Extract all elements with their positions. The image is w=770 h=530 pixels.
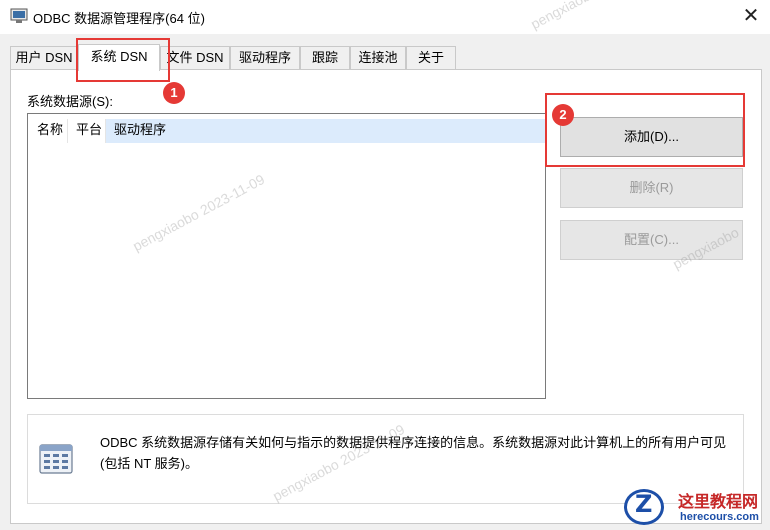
info-text: ODBC 系统数据源存储有关如何与指示的数据提供程序连接的信息。系统数据源对此计… [100,435,727,471]
window-title: ODBC 数据源管理程序(64 位) [33,11,205,26]
logo-title: 这里教程网 [678,494,759,511]
site-logo: Z 这里教程网 herecours.com [620,487,768,527]
annotation-box-2 [545,93,745,167]
column-header-name[interactable]: 名称 [29,119,67,143]
tab-about[interactable]: 关于 [406,46,456,70]
column-header-driver[interactable]: 驱动程序 [105,119,546,143]
annotation-badge-1: 1 [163,82,185,104]
tab-tracing[interactable]: 跟踪 [300,46,350,70]
datasource-icon [39,444,73,474]
tab-strip: 用户 DSN 系统 DSN 文件 DSN 驱动程序 跟踪 连接池 关于 [10,44,460,71]
remove-button[interactable]: 删除(R) [560,168,743,208]
annotation-badge-2: 2 [552,104,574,126]
title-bar: ODBC 数据源管理程序(64 位) ✕ [0,0,770,34]
system-datasources-label: 系统数据源(S): [27,94,113,109]
odbc-app-icon [10,8,28,23]
list-header: 名称 平台 驱动程序 [29,119,546,143]
logo-glyph: Z [635,490,653,518]
tab-drivers[interactable]: 驱动程序 [230,46,300,70]
column-header-platform[interactable]: 平台 [67,119,105,143]
close-button[interactable]: ✕ [736,2,766,30]
system-datasources-list[interactable]: 名称 平台 驱动程序 [27,113,546,399]
logo-subtitle: herecours.com [680,511,759,523]
tab-system-dsn[interactable]: 系统 DSN [78,44,160,71]
tab-user-dsn[interactable]: 用户 DSN [10,46,78,70]
tab-connection-pooling[interactable]: 连接池 [350,46,406,70]
tab-file-dsn[interactable]: 文件 DSN [160,46,230,70]
